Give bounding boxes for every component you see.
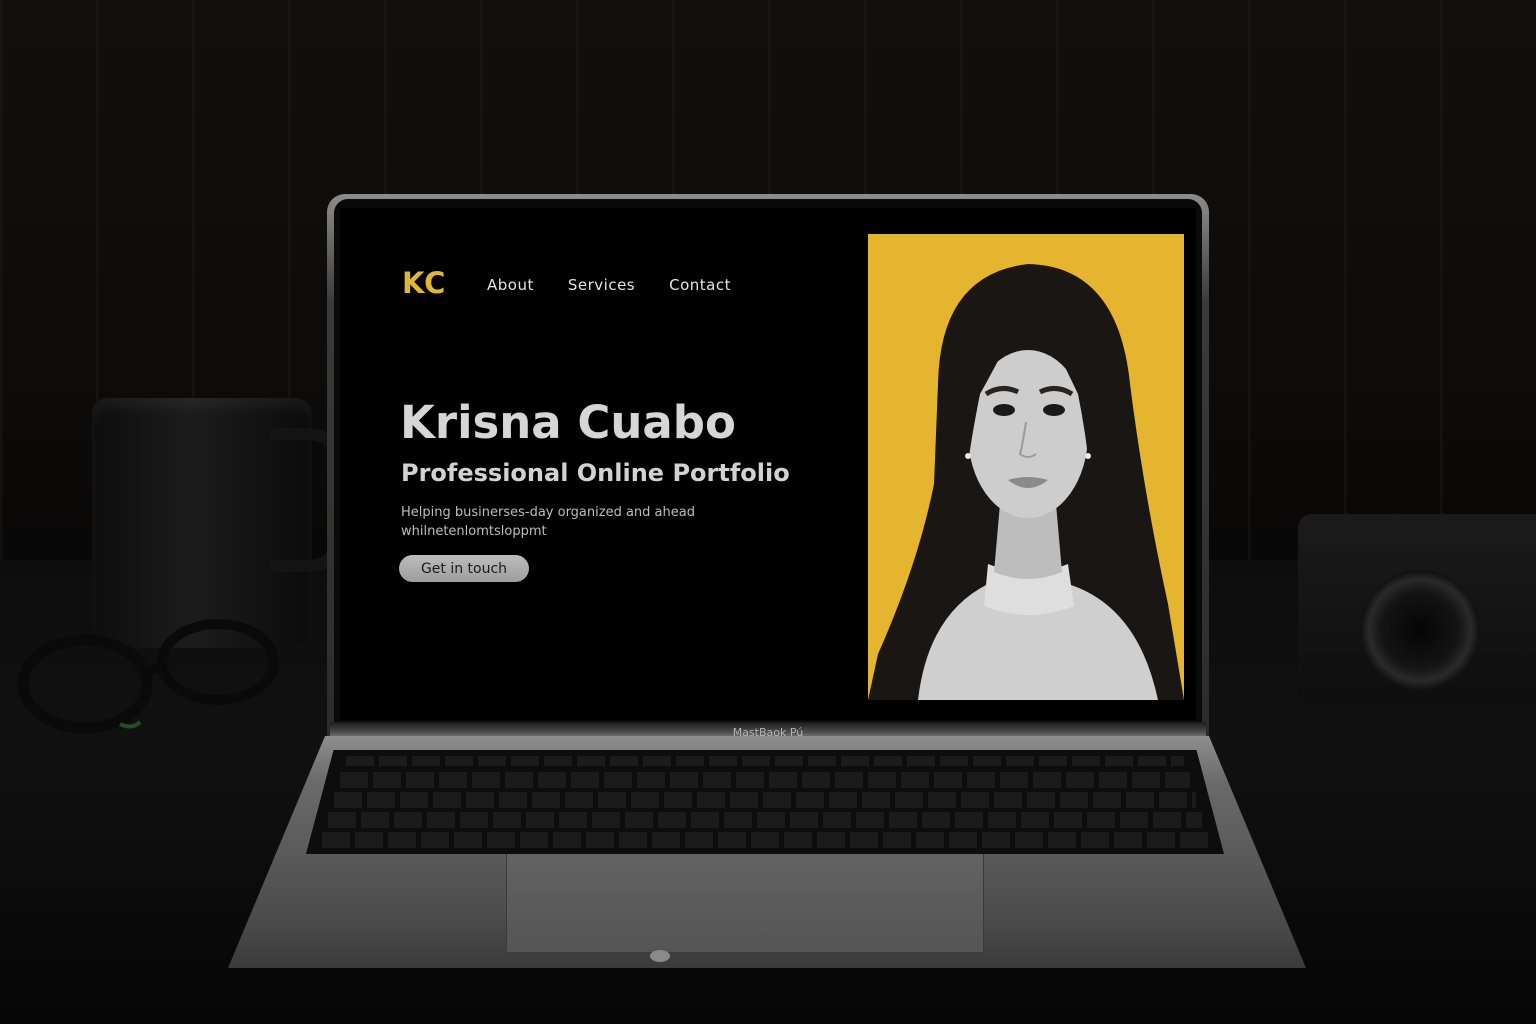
key-row [334,792,1196,808]
hero-subtitle: Professional Online Portfolio [401,459,790,487]
portrait-image [868,234,1184,700]
key-row [340,772,1190,788]
hero-name: Krisna Cuabo [400,396,736,449]
key-row [346,756,1184,766]
get-in-touch-button[interactable]: Get in touch [399,555,529,582]
camera-lens [1360,570,1480,690]
laptop-model-label: MastBaok Pú [732,726,804,739]
photo-scene: KC About Services Contact Krisna Cuabo P… [0,0,1536,1024]
site-nav: About Services Contact [487,276,765,294]
laptop-keyboard [306,750,1224,854]
eyeglasses [17,619,279,734]
hero-description-line: whilnetenlomtsloppmt [401,524,547,539]
nav-link-services[interactable]: Services [568,276,635,294]
hero-description: Helping businerses-day organized and ahe… [401,503,741,541]
portrait-illustration [868,234,1184,700]
laptop-trackpad [506,854,984,953]
nav-link-about[interactable]: About [487,276,534,294]
key-row [328,812,1202,828]
site-logo[interactable]: KC [402,266,446,300]
nav-link-contact[interactable]: Contact [669,276,731,294]
key-row [322,832,1208,848]
laptop-front-notch [650,950,670,962]
hero-description-line: Helping businerses-day organized and ahe… [401,505,695,520]
laptop-screen: KC About Services Contact Krisna Cuabo P… [340,208,1196,720]
